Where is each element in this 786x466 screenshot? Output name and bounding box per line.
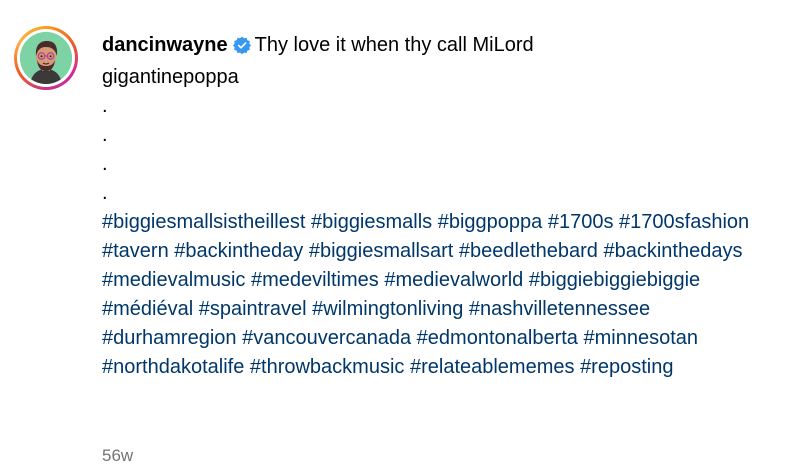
hashtag-link[interactable]: #médiéval (102, 298, 193, 320)
caption-line: . (102, 182, 108, 204)
hashtag-link[interactable]: #biggiesmallsistheillest (102, 211, 305, 233)
hashtag-link[interactable]: #biggiesmallsart (309, 240, 454, 262)
hashtag-link[interactable]: #nashvilletennessee (469, 298, 650, 320)
hashtag-link[interactable]: #backintheday (174, 240, 303, 262)
hashtag-link[interactable]: #wilmingtonliving (312, 298, 463, 320)
caption-line: . (102, 153, 108, 175)
hashtag-link[interactable]: #1700s (548, 211, 614, 233)
hashtag-link[interactable]: #spaintravel (199, 298, 307, 320)
hashtag-link[interactable]: #biggpoppa (438, 211, 543, 233)
verified-badge-icon (232, 34, 251, 63)
hashtag-link[interactable]: #vancouvercanada (242, 327, 411, 349)
hashtag-link[interactable]: #minnesotan (583, 327, 698, 349)
hashtag-link[interactable]: #reposting (580, 356, 673, 378)
avatar-story-ring[interactable] (14, 26, 78, 90)
avatar-illustration-icon (20, 32, 72, 84)
caption-line: . (102, 95, 108, 117)
caption-body: dancinwayne Thy love it when thy call MiL… (102, 31, 772, 382)
hashtag-link[interactable]: #medievalmusic (102, 269, 245, 291)
hashtag-link[interactable]: #biggiebiggiebiggie (529, 269, 700, 291)
caption-first-line: dancinwayne Thy love it when thy call MiL… (102, 31, 772, 63)
avatar[interactable] (20, 32, 72, 84)
hashtag-link[interactable]: #medeviltimes (251, 269, 379, 291)
caption-lines: gigantinepoppa.... (102, 63, 772, 208)
caption-line: . (102, 124, 108, 146)
caption-line: gigantinepoppa (102, 66, 239, 88)
username-link[interactable]: dancinwayne (102, 34, 228, 56)
post-caption: dancinwayne Thy love it when thy call MiL… (0, 0, 786, 466)
hashtag-link[interactable]: #tavern (102, 240, 169, 262)
hashtag-link[interactable]: #northdakotalife (102, 356, 244, 378)
hashtag-link[interactable]: #relateablememes (410, 356, 575, 378)
hashtag-link[interactable]: #edmontonalberta (417, 327, 578, 349)
post-timestamp[interactable]: 56w (102, 446, 133, 466)
caption-text: Thy love it when thy call MiLord (254, 34, 534, 56)
hashtag-link[interactable]: #backinthedays (603, 240, 742, 262)
hashtag-link[interactable]: #medievalworld (384, 269, 523, 291)
hashtag-link[interactable]: #1700sfashion (619, 211, 749, 233)
hashtag-link[interactable]: #beedlethebard (459, 240, 598, 262)
hashtag-link[interactable]: #durhamregion (102, 327, 237, 349)
hashtag-link[interactable]: #biggiesmalls (311, 211, 432, 233)
hashtag-link[interactable]: #throwbackmusic (250, 356, 405, 378)
hashtag-list: #biggiesmallsistheillest #biggiesmalls #… (102, 208, 772, 382)
avatar-ring-gap (17, 29, 75, 87)
